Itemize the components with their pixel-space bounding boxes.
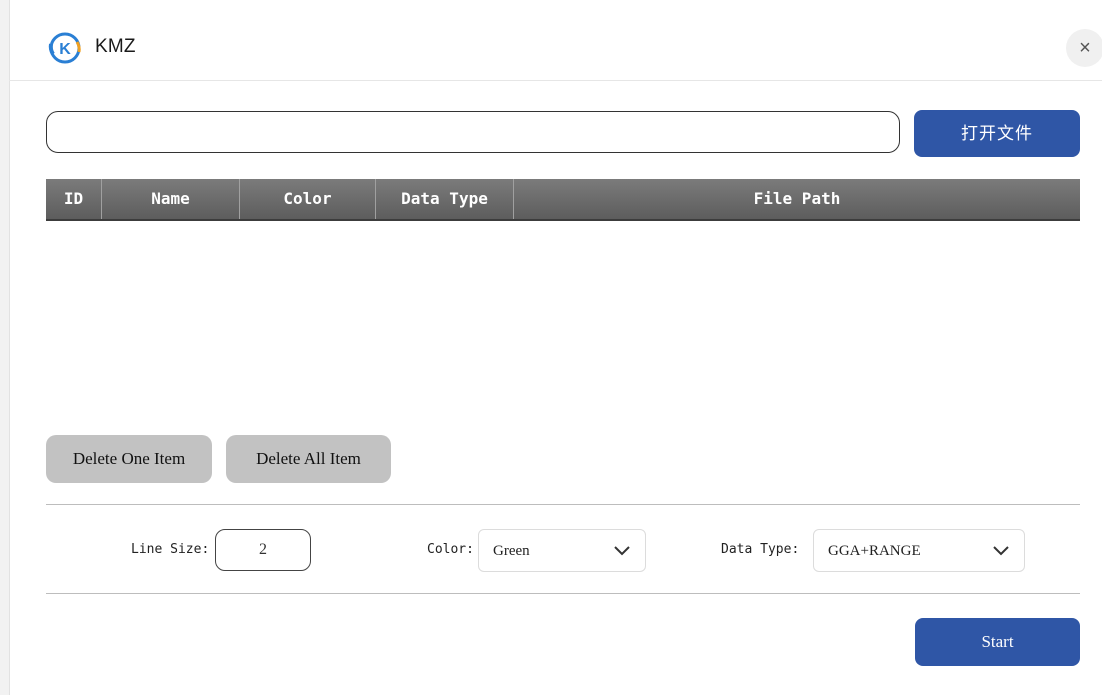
open-file-button[interactable]: 打开文件 [914, 110, 1080, 157]
line-size-input[interactable] [215, 529, 311, 571]
data-type-select[interactable]: GGA+RANGE [813, 529, 1025, 572]
color-select[interactable]: Green [478, 529, 646, 572]
column-header-data-type[interactable]: Data Type [376, 179, 514, 219]
line-size-label: Line Size: [131, 542, 210, 557]
divider-top [46, 504, 1080, 505]
divider-bottom [46, 593, 1080, 594]
window-left-edge [0, 0, 10, 695]
chevron-down-icon [993, 546, 1009, 556]
table-body [46, 221, 1080, 421]
delete-all-item-button[interactable]: Delete All Item [226, 435, 391, 483]
color-label: Color: [427, 542, 474, 557]
file-path-input[interactable] [46, 111, 900, 153]
k-logo-icon: K [48, 32, 81, 64]
close-button[interactable]: × [1066, 29, 1102, 67]
start-button[interactable]: Start [915, 618, 1080, 666]
column-header-id[interactable]: ID [46, 179, 102, 219]
close-icon: × [1079, 37, 1091, 59]
table-header: ID Name Color Data Type File Path [46, 179, 1080, 221]
color-select-value: Green [493, 543, 530, 559]
title-bar: K KMZ [9, 0, 1102, 81]
column-header-color[interactable]: Color [240, 179, 376, 219]
delete-one-item-button[interactable]: Delete One Item [46, 435, 212, 483]
data-type-select-value: GGA+RANGE [828, 543, 921, 559]
chevron-down-icon [614, 546, 630, 556]
app-title: KMZ [95, 36, 136, 57]
column-header-file-path[interactable]: File Path [514, 179, 1080, 219]
logo-letter: K [59, 41, 71, 58]
data-type-label: Data Type: [721, 542, 800, 557]
column-header-name[interactable]: Name [102, 179, 240, 219]
